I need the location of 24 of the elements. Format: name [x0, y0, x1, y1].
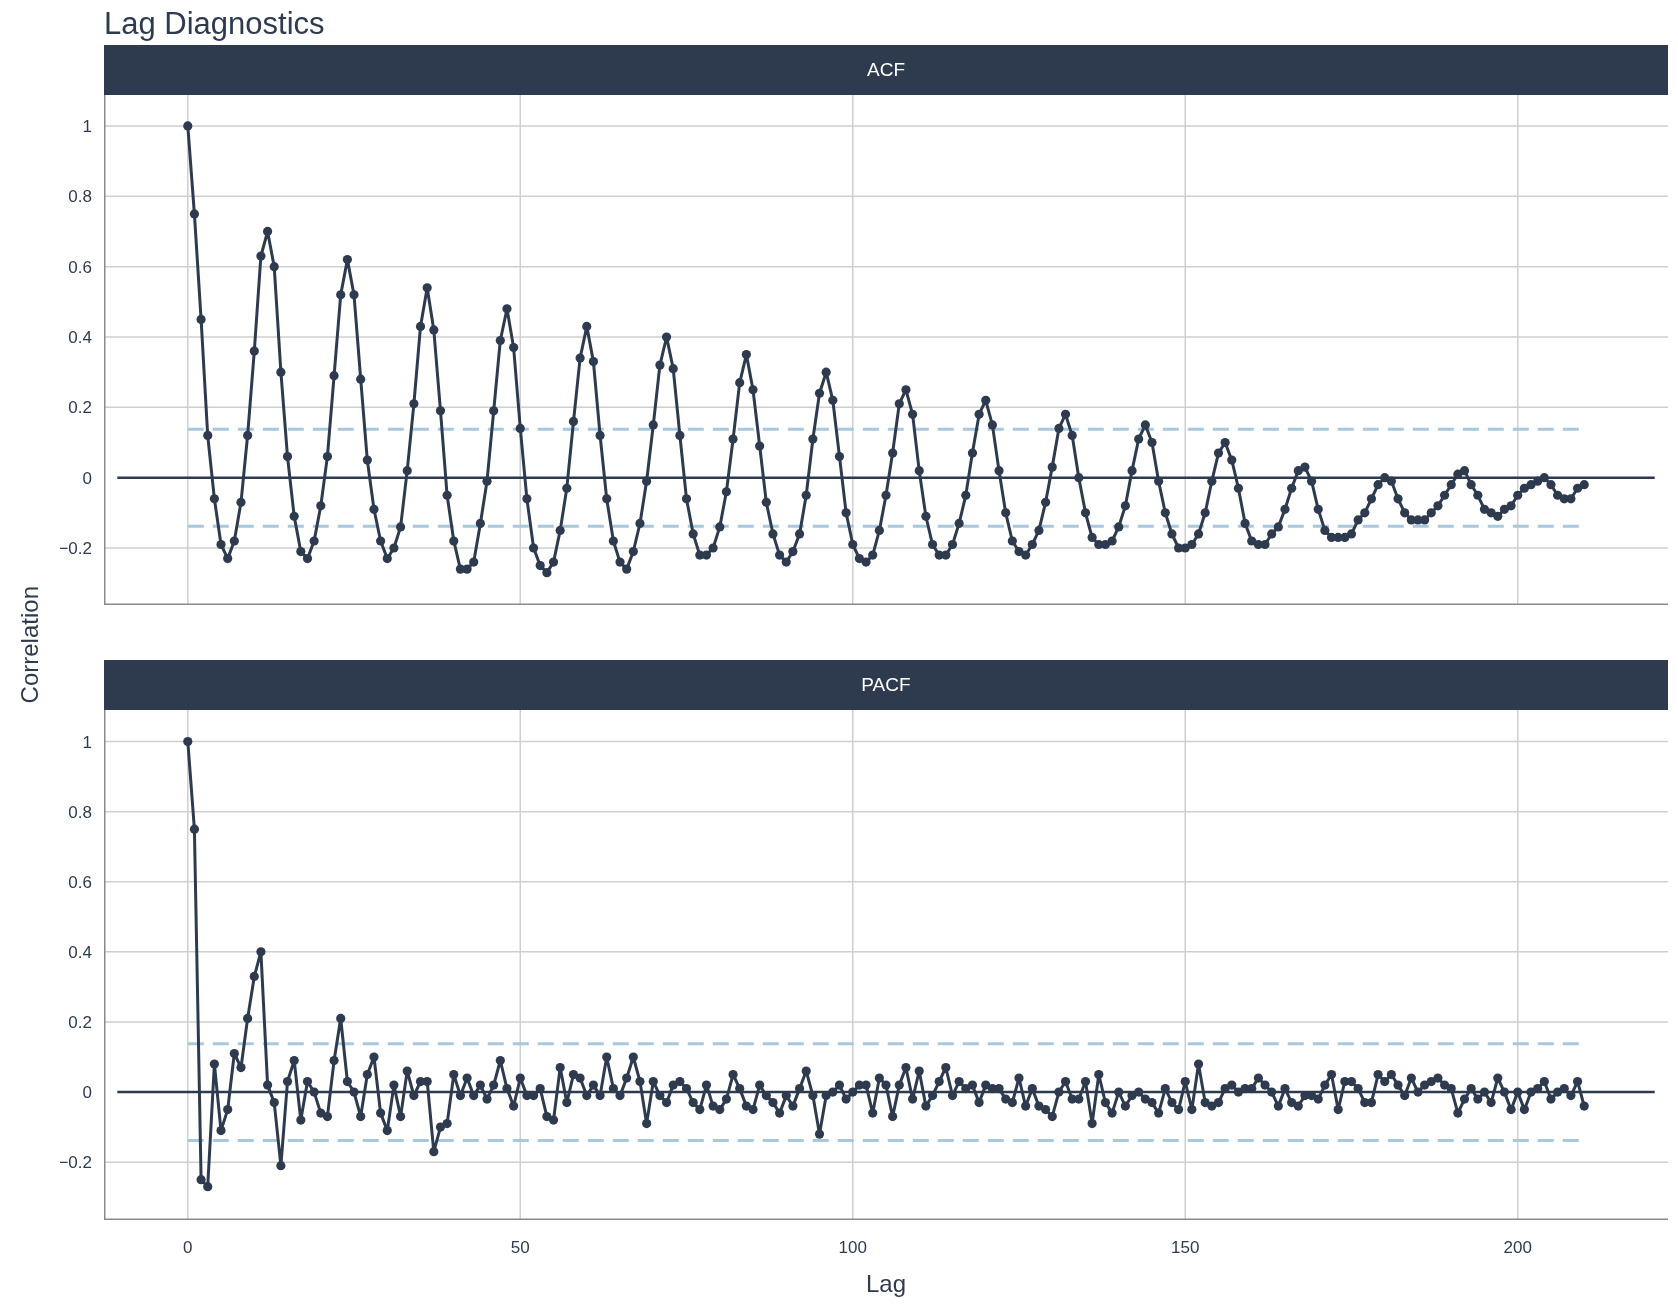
axis-tick-label: −0.2	[60, 539, 92, 558]
axis-tick-label: 1	[82, 732, 92, 752]
axis-tick-label: 0.6	[68, 872, 92, 892]
y-axis-label: Correlation	[16, 586, 44, 704]
axis-tick-label: 0.4	[68, 942, 92, 962]
axis-tick-label: 1	[82, 116, 92, 136]
axis-tick-label: 0.2	[68, 398, 92, 418]
axis-tick-label: 0.2	[68, 1012, 92, 1032]
axis-tick-label: 0	[183, 1238, 193, 1257]
axis-tick-label: 0.8	[68, 187, 92, 207]
page-title: Lag Diagnostics	[103, 5, 326, 43]
axis-tick-label: 200	[1503, 1238, 1532, 1257]
axis-tick-label: 0	[82, 468, 92, 488]
axis-tick-label: 50	[510, 1238, 530, 1257]
axis-tick-label: 0	[82, 1083, 92, 1103]
axis-tick-label: 0.4	[68, 328, 92, 347]
chart-title-bar: ACF	[104, 45, 1668, 95]
axis-tick-label: 0.8	[68, 802, 92, 822]
axis-tick-label: 0.6	[68, 257, 92, 277]
axis-tick-label: −0.2	[60, 1153, 92, 1173]
axis-tick-label: 150	[1171, 1238, 1200, 1257]
chart-title-bar: PACF	[104, 660, 1668, 710]
axis-tick-label: 100	[838, 1238, 867, 1257]
x-axis-label: Lag	[866, 1270, 906, 1297]
